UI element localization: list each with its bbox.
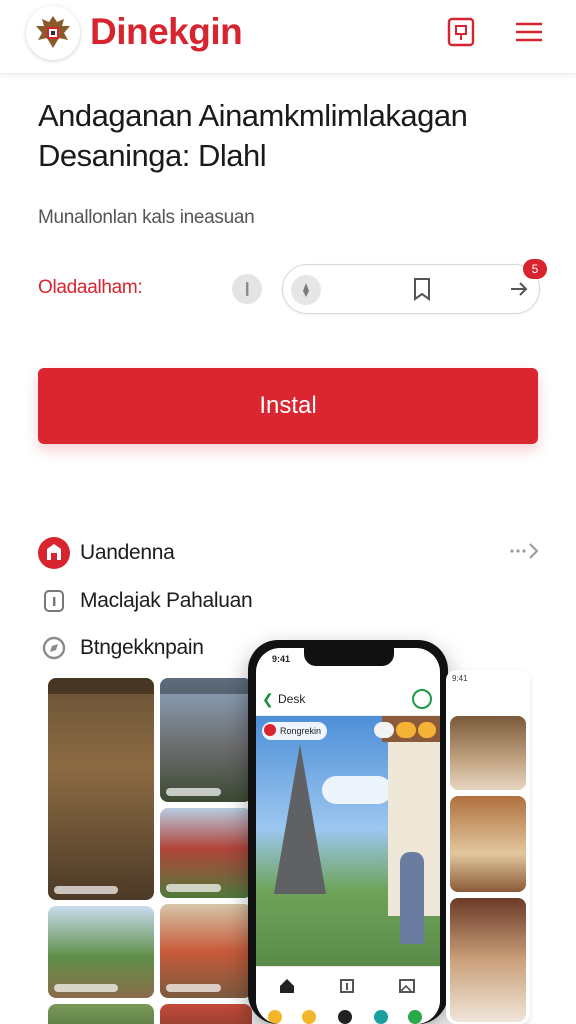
side-photo-couple[interactable]: [450, 898, 526, 1022]
phone-mockup: 9:41 ❮ Desk Rongrekin: [248, 640, 448, 1024]
gallery-photo-extra[interactable]: [160, 1004, 252, 1024]
info-icon: [246, 282, 249, 296]
hero-photo-temple[interactable]: Rongrekin: [256, 716, 440, 966]
side-screenshot: 9:41: [446, 670, 530, 1024]
feature-item[interactable]: Uandenna: [38, 535, 175, 571]
action-dot[interactable]: [268, 1010, 282, 1024]
page-title: Andaganan Ainamkmlimlakagan Desaninga: D…: [38, 96, 558, 176]
like-badge: [418, 722, 436, 738]
screenshot-gallery: [48, 678, 252, 1024]
feature-item[interactable]: Btngekknpain: [38, 630, 204, 666]
feature-label: Uandenna: [80, 541, 175, 564]
app-header: Dinekgin: [0, 0, 576, 74]
feature-label: Maclajak Pahaluan: [80, 589, 253, 612]
garuda-emblem-icon[interactable]: [26, 6, 80, 60]
cloud-shape: [322, 776, 392, 804]
notification-badge: 5: [523, 259, 547, 279]
gallery-photo-house[interactable]: [48, 678, 154, 900]
status-time: 9:41: [272, 654, 291, 664]
install-button[interactable]: Instal: [38, 368, 538, 444]
compass-icon: [38, 632, 70, 664]
phone-tab-bar: [256, 966, 440, 1006]
person-shape: [400, 852, 424, 944]
page-subtitle: Munallonlan kals ineasuan: [38, 207, 255, 228]
bookmark-icon[interactable]: [409, 276, 435, 302]
page-title-line-1: Andaganan Ainamkmlimlakagan: [38, 98, 468, 133]
rating-badge: [374, 722, 394, 738]
gallery-photo-roof[interactable]: [160, 808, 252, 898]
brand-title: Dinekgin: [90, 11, 243, 52]
side-status-time: 9:41: [452, 674, 468, 683]
feature-label: Btngekknpain: [80, 636, 204, 659]
info-tab-icon[interactable]: [338, 977, 356, 995]
action-dot[interactable]: [374, 1010, 388, 1024]
phone-notch: [304, 648, 394, 666]
gallery-photo-person[interactable]: [160, 904, 252, 998]
gallery-tab-icon[interactable]: [398, 977, 416, 995]
phone-app-title: Desk: [278, 692, 306, 706]
store-icon: [38, 537, 70, 569]
gallery-photo-temple[interactable]: [160, 678, 252, 802]
search-field[interactable]: 5: [282, 259, 547, 314]
pagoda-shape: [274, 744, 326, 894]
side-photo-room[interactable]: [450, 796, 526, 892]
gallery-photo-extra[interactable]: [48, 1004, 154, 1024]
hero-chip-label: Rongrekin: [280, 726, 322, 736]
phone-screen: 9:41 ❮ Desk Rongrekin: [256, 648, 440, 1024]
phone-app-bar: ❮ Desk: [256, 682, 440, 716]
feature-item[interactable]: Maclajak Pahaluan: [38, 583, 253, 619]
back-chevron-icon[interactable]: ❮: [262, 691, 274, 708]
arrow-right-icon[interactable]: [509, 279, 529, 299]
home-icon[interactable]: [278, 977, 296, 995]
quick-actions: [256, 1006, 440, 1024]
side-photo-person[interactable]: [450, 716, 526, 790]
gallery-photo-palms[interactable]: [48, 906, 154, 998]
page-title-line-2: Desaninga: Dlahl: [38, 138, 267, 173]
book-icon[interactable]: [444, 15, 478, 49]
favorite-badge: [396, 722, 416, 738]
location-pin-icon: [264, 724, 276, 736]
more-chevron-icon[interactable]: [508, 541, 540, 566]
info-button[interactable]: [232, 274, 262, 304]
menu-icon[interactable]: [512, 15, 546, 49]
action-dot[interactable]: [302, 1010, 316, 1024]
action-dot[interactable]: [408, 1010, 422, 1024]
action-dot[interactable]: [338, 1010, 352, 1024]
info-icon: [38, 585, 70, 617]
location-icon[interactable]: [291, 275, 321, 305]
field-label: Oladaalham:: [38, 277, 143, 298]
share-icon[interactable]: [412, 689, 432, 709]
